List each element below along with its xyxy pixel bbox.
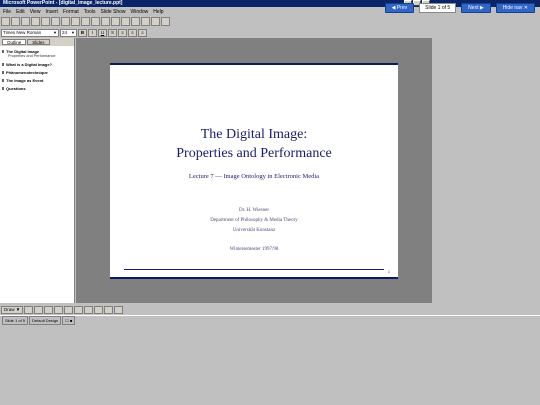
- italic-button[interactable]: I: [88, 28, 97, 37]
- menu-file[interactable]: File: [3, 8, 11, 16]
- university-name: Universität Konstanz: [232, 228, 276, 233]
- font-dropdown[interactable]: Times New Roman ▼: [1, 28, 59, 37]
- slide-title-line2: Properties and Performance: [176, 146, 332, 161]
- prev-slide-button[interactable]: ◀ Prev: [384, 3, 415, 13]
- slide-subtitle[interactable]: Lecture 7 — Image Ontology in Electronic…: [110, 173, 398, 180]
- outline-item-title: Phänomenotechnique: [6, 70, 48, 75]
- outline-item[interactable]: The Image as Event: [0, 78, 74, 83]
- slide-author-block[interactable]: Dr. H. Wiesner Department of Philosophy …: [110, 206, 398, 236]
- hyperlink-icon[interactable]: [121, 17, 130, 26]
- status-design: Default Design: [29, 315, 62, 325]
- table-icon[interactable]: [131, 17, 140, 26]
- spell-check-icon: ☐ ■: [62, 315, 76, 325]
- chart-icon[interactable]: [141, 17, 150, 26]
- outline-item-subtitle: Properties and Performance: [8, 54, 56, 58]
- hide-nav-button[interactable]: Hide nav ✕: [495, 3, 535, 13]
- status-bar: Slide 1 of 5 Default Design ☐ ■: [0, 315, 540, 325]
- redo-icon[interactable]: [111, 17, 120, 26]
- menu-view[interactable]: View: [30, 8, 41, 16]
- window-title: Microsoft PowerPoint - [digital_image_le…: [3, 0, 123, 6]
- outline-item-title: What is a Digital Image?: [6, 62, 53, 67]
- chevron-down-icon: ▼: [53, 29, 57, 35]
- font-size-dropdown[interactable]: 24 ▼: [60, 28, 77, 37]
- autoshapes-icon[interactable]: [34, 305, 44, 314]
- cut-icon[interactable]: [61, 17, 70, 26]
- standard-toolbar: [0, 17, 540, 27]
- next-slide-button[interactable]: Next ▶: [461, 3, 491, 13]
- line-icon[interactable]: [44, 305, 54, 314]
- rectangle-icon[interactable]: [64, 305, 74, 314]
- drawing-toolbar: Draw ▼: [0, 305, 540, 314]
- wordart-icon[interactable]: [94, 305, 104, 314]
- slide-title-line1: The Digital Image:: [200, 127, 308, 142]
- slide-divider: [124, 269, 384, 270]
- bold-button[interactable]: B: [78, 28, 87, 37]
- slide-navigator: Slide 1 of 5 ◀ Prev Next ▶ Hide nav ✕: [384, 3, 535, 13]
- author-name: Dr. H. Wiesner: [239, 208, 269, 213]
- preview-icon[interactable]: [41, 17, 50, 26]
- open-icon[interactable]: [11, 17, 20, 26]
- slide-counter: Slide 1 of 5: [419, 3, 457, 13]
- slide-title[interactable]: The Digital Image: Properties and Perfor…: [110, 125, 398, 163]
- outline-item[interactable]: Questions: [0, 86, 74, 91]
- underline-button[interactable]: U: [98, 28, 107, 37]
- slide-icon: [2, 87, 4, 90]
- tab-outline[interactable]: Outline: [2, 39, 27, 45]
- menu-tools[interactable]: Tools: [84, 8, 96, 16]
- right-gray-area: [432, 38, 540, 303]
- menu-help[interactable]: Help: [153, 8, 163, 16]
- tab-slides[interactable]: Slides: [27, 39, 50, 45]
- slide-number: 1: [388, 270, 390, 274]
- outline-item-title: Questions: [6, 86, 26, 91]
- select-arrow-icon[interactable]: [24, 305, 34, 314]
- slide-canvas: The Digital Image: Properties and Perfor…: [76, 38, 432, 303]
- menu-edit[interactable]: Edit: [16, 8, 25, 16]
- font-size-value: 24: [62, 29, 68, 35]
- status-slide-info: Slide 1 of 5: [2, 315, 29, 325]
- chevron-down-icon: ▼: [71, 29, 75, 35]
- align-right-icon[interactable]: ≡: [138, 28, 147, 37]
- slide-icon: [2, 63, 4, 66]
- shadow-button[interactable]: S: [108, 28, 117, 37]
- new-icon[interactable]: [1, 17, 10, 26]
- menu-window[interactable]: Window: [131, 8, 149, 16]
- zoom-icon[interactable]: [161, 17, 170, 26]
- slide[interactable]: The Digital Image: Properties and Perfor…: [110, 63, 398, 279]
- paste-icon[interactable]: [81, 17, 90, 26]
- print-icon[interactable]: [31, 17, 40, 26]
- save-icon[interactable]: [21, 17, 30, 26]
- outline-item[interactable]: The Digital Image Properties and Perform…: [0, 49, 74, 59]
- menu-bar: File Edit View Insert Format Tools Slide…: [0, 8, 164, 16]
- menu-slide-show[interactable]: Slide Show: [100, 8, 125, 16]
- new-slide-icon[interactable]: [151, 17, 160, 26]
- outline-item[interactable]: What is a Digital Image?: [0, 62, 74, 67]
- align-center-icon[interactable]: ≡: [128, 28, 137, 37]
- outline-item-title: The Image as Event: [6, 78, 44, 83]
- formatting-toolbar: Times New Roman ▼ 24 ▼ B I U S ≡ ≡ ≡: [0, 28, 147, 37]
- spelling-icon[interactable]: [51, 17, 60, 26]
- font-color-icon[interactable]: [114, 305, 124, 314]
- align-left-icon[interactable]: ≡: [118, 28, 127, 37]
- textbox-icon[interactable]: [84, 305, 94, 314]
- copy-icon[interactable]: [71, 17, 80, 26]
- slide-icon: [2, 79, 4, 82]
- outline-pane: Outline Slides The Digital Image Propert…: [0, 38, 75, 303]
- slide-semester[interactable]: Wintersemester 1997/98: [110, 247, 398, 252]
- draw-menu-button[interactable]: Draw ▼: [1, 305, 24, 314]
- arrow-icon[interactable]: [54, 305, 64, 314]
- slide-icon: [2, 71, 4, 74]
- oval-icon[interactable]: [74, 305, 84, 314]
- department-name: Department of Philosophy & Media Theory: [210, 218, 298, 223]
- slide-icon: [2, 50, 4, 53]
- fill-color-icon[interactable]: [104, 305, 114, 314]
- format-painter-icon[interactable]: [91, 17, 100, 26]
- outline-item[interactable]: Phänomenotechnique: [0, 70, 74, 75]
- menu-format[interactable]: Format: [63, 8, 79, 16]
- undo-icon[interactable]: [101, 17, 110, 26]
- menu-insert[interactable]: Insert: [45, 8, 58, 16]
- pane-tabs: Outline Slides: [0, 38, 74, 46]
- font-name: Times New Roman: [3, 29, 42, 35]
